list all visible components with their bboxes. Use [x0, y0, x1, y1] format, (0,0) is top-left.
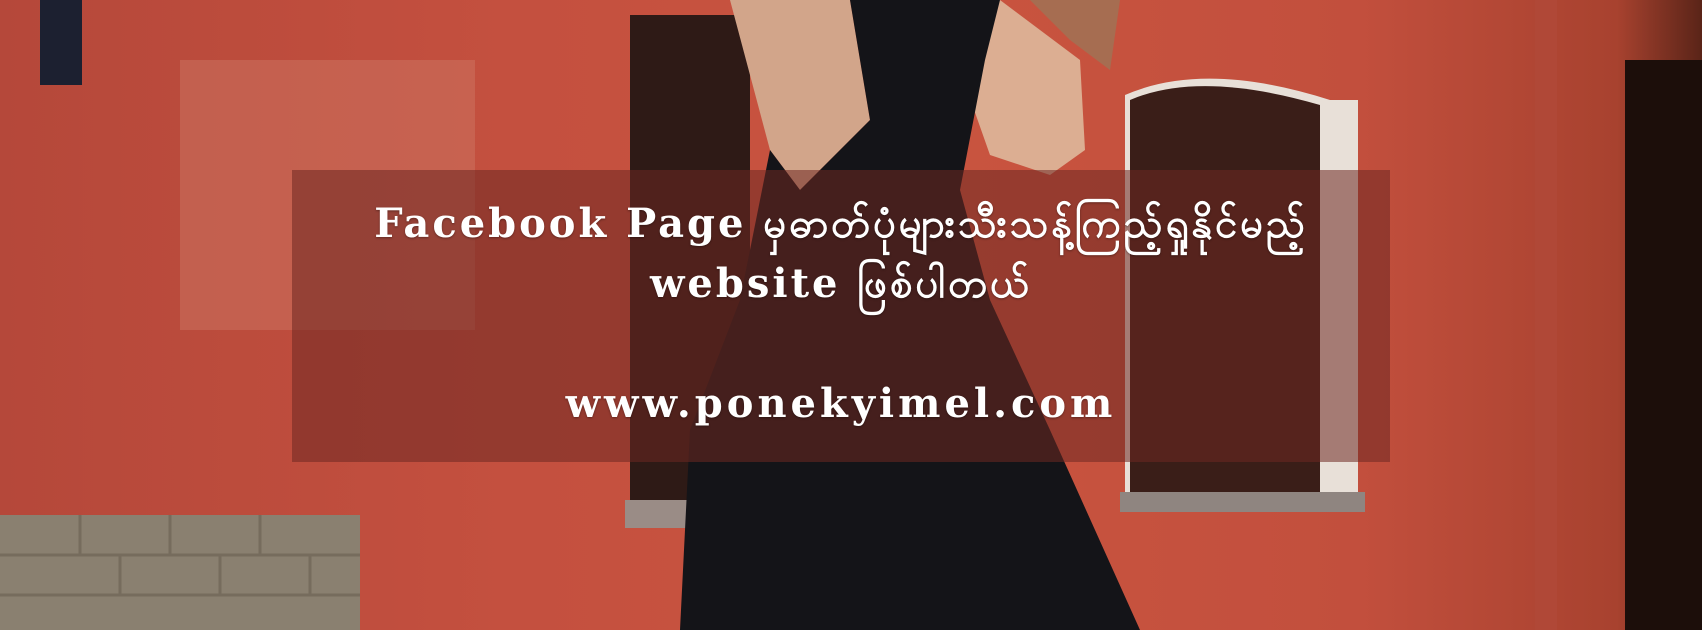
right-window-sill	[1120, 492, 1365, 512]
wall-lamp	[40, 0, 82, 85]
doorway	[1625, 60, 1702, 630]
wall-pipe	[1535, 0, 1557, 630]
text-overlay: Facebook Page မှဓာတ်ပုံများသီးသန့်ကြည့်ရ…	[292, 170, 1390, 462]
stone-wall	[0, 515, 360, 630]
headline-line-2: website ဖြစ်ပါတယ်	[650, 260, 1032, 307]
headline-line-1: Facebook Page မှဓာတ်ပုံများသီးသန့်ကြည့်ရ…	[374, 200, 1308, 247]
website-url[interactable]: www.ponekyimel.com	[292, 380, 1390, 427]
banner-photo: Facebook Page မှဓာတ်ပုံများသီးသန့်ကြည့်ရ…	[0, 0, 1702, 630]
